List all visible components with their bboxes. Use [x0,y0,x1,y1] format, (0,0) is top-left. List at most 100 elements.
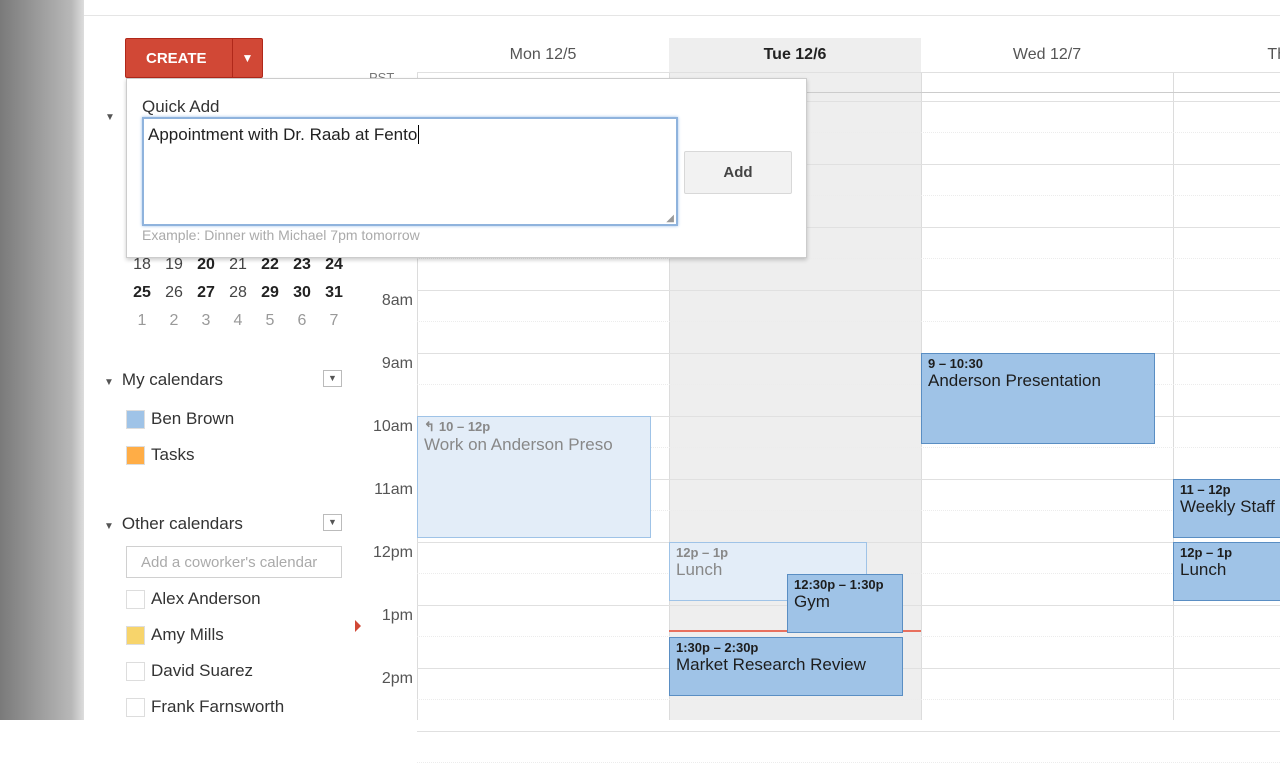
section-title: Other calendars [121,514,243,533]
now-marker-icon [355,620,361,632]
calendar-name: Frank Farnsworth [151,697,285,716]
calendar-color-swatch[interactable] [126,589,145,609]
quick-add-title: Quick Add [142,97,220,116]
calendar-item[interactable]: Frank Farnsworth [126,697,284,717]
other-calendars-menu-button[interactable]: ▼ [323,514,342,531]
mini-calendar-day[interactable]: 19 [158,256,190,274]
mini-calendar-day[interactable]: 6 [286,312,318,330]
mini-calendar-day[interactable]: 24 [318,256,350,274]
mini-calendar-day[interactable]: 5 [254,312,286,330]
event-block[interactable]: 12p – 1p Lunch [1173,542,1280,601]
my-calendars-menu-button[interactable]: ▼ [323,370,342,387]
calendar-color-swatch[interactable] [126,661,145,681]
mini-calendar-day[interactable]: 29 [254,284,286,302]
mini-calendar-day[interactable]: 22 [254,256,286,274]
calendar-color-swatch[interactable] [126,697,145,717]
mini-calendar-toggle-icon[interactable]: ▼ [105,112,115,123]
quick-add-input[interactable]: Appointment with Dr. Raab at Fento ◢ [142,117,678,226]
event-block[interactable]: 12:30p – 1:30p Gym [787,573,903,633]
calendar-color-swatch[interactable] [126,409,145,429]
event-block[interactable]: 1:30p – 2:30p Market Research Review [669,636,903,696]
create-button[interactable]: CREATE ▼ [125,38,263,78]
event-title: Gym [794,591,830,611]
event-time: 11 – 12p [1180,482,1231,497]
event-block[interactable]: 11 – 12p Weekly Staff [1173,479,1280,538]
all-day-row-top [417,72,1280,73]
event-title: Lunch [1180,560,1227,579]
quick-add-popup: Quick Add Appointment with Dr. Raab at F… [126,78,807,258]
mini-calendar-week: 1234567 [126,312,350,330]
mini-calendar-day[interactable]: 27 [190,284,222,302]
my-calendars-header[interactable]: ▼ My calendars [104,370,223,390]
quick-add-input-text: Appointment with Dr. Raab at Fento [148,125,418,144]
mini-calendar-day[interactable]: 4 [222,312,254,330]
event-title: Work on Anderson Preso [424,435,613,454]
other-calendars-header[interactable]: ▼ Other calendars [104,514,243,534]
day-divider [1173,72,1174,720]
calendar-item[interactable]: Alex Anderson [126,589,261,609]
mini-calendar-day[interactable]: 2 [158,312,190,330]
calendar-name: Ben Brown [151,409,235,428]
calendar-color-swatch[interactable] [126,625,145,645]
mini-calendar-week: 18 19 20 21 22 23 24 [126,256,350,274]
event-title: Market Research Review [676,654,866,674]
time-label: 8am [381,292,413,309]
day-header[interactable]: Wed 12/7 [921,38,1173,72]
calendar-item[interactable]: Amy Mills [126,625,224,645]
mini-calendar-day[interactable]: 23 [286,256,318,274]
half-hour-line [417,699,1280,700]
mini-calendar-day[interactable]: 30 [286,284,318,302]
time-label: 11am [374,481,413,498]
calendar-item[interactable]: David Suarez [126,661,253,681]
collapse-icon: ▼ [104,521,114,532]
create-label: CREATE [146,50,207,67]
mini-calendar-day[interactable]: 31 [318,284,350,302]
hour-line [417,731,1280,732]
calendar-item[interactable]: Tasks [126,445,194,465]
mini-calendar-day[interactable]: 21 [222,256,254,274]
header-divider [84,15,1280,16]
mini-calendar-day[interactable]: 7 [318,312,350,330]
half-hour-line [417,321,1280,322]
time-label: 10am [372,418,413,435]
time-label: 9am [381,355,413,372]
mini-calendar-week: 25 26 27 28 29 30 31 [126,284,350,302]
event-block[interactable]: 9 – 10:30 Anderson Presentation [921,353,1155,444]
mini-calendar-day[interactable]: 26 [158,284,190,302]
mini-calendar-day[interactable]: 1 [126,312,158,330]
event-time: 12p – 1p [1180,545,1233,560]
add-button[interactable]: Add [684,151,792,194]
event-time: 9 – 10:30 [928,356,983,371]
time-label: 2pm [381,670,413,687]
calendar-item[interactable]: Ben Brown [126,409,234,429]
time-label: 1pm [381,607,413,624]
day-header[interactable]: Thu 12/8 [1173,38,1280,72]
mini-calendar-day[interactable]: 25 [126,284,158,302]
text-cursor [418,125,420,144]
day-header[interactable]: Tue 12/6 [669,38,921,72]
mini-calendar-day[interactable]: 20 [190,256,222,274]
time-label: 12pm [372,544,413,561]
calendar-name: Amy Mills [151,625,224,644]
mini-calendar-day[interactable]: 18 [126,256,158,274]
mini-calendar-day[interactable]: 3 [190,312,222,330]
day-header[interactable]: Mon 12/5 [417,38,669,72]
event-title: Weekly Staff [1180,497,1275,516]
event-time: ↰ 10 – 12p [424,419,491,434]
calendar-color-swatch[interactable] [126,445,145,465]
resize-grip-icon[interactable]: ◢ [666,213,674,224]
calendar-name: David Suarez [151,661,254,680]
add-coworker-input[interactable]: Add a coworker's calendar [126,546,342,578]
calendar-name: Tasks [151,445,195,464]
event-block[interactable]: ↰ 10 – 12p Work on Anderson Preso [417,416,651,538]
window-shadow [0,0,84,720]
quick-add-example: Example: Dinner with Michael 7pm tomorro… [142,227,420,243]
event-time: 12:30p – 1:30p [794,576,884,592]
triangle-down-icon[interactable]: ▼ [232,39,262,77]
mini-calendar-day[interactable]: 28 [222,284,254,302]
reply-arrow-icon: ↰ [424,419,435,434]
calendar-name: Alex Anderson [151,589,261,608]
collapse-icon: ▼ [104,377,114,388]
half-hour-line [417,258,1280,259]
section-title: My calendars [121,370,224,389]
